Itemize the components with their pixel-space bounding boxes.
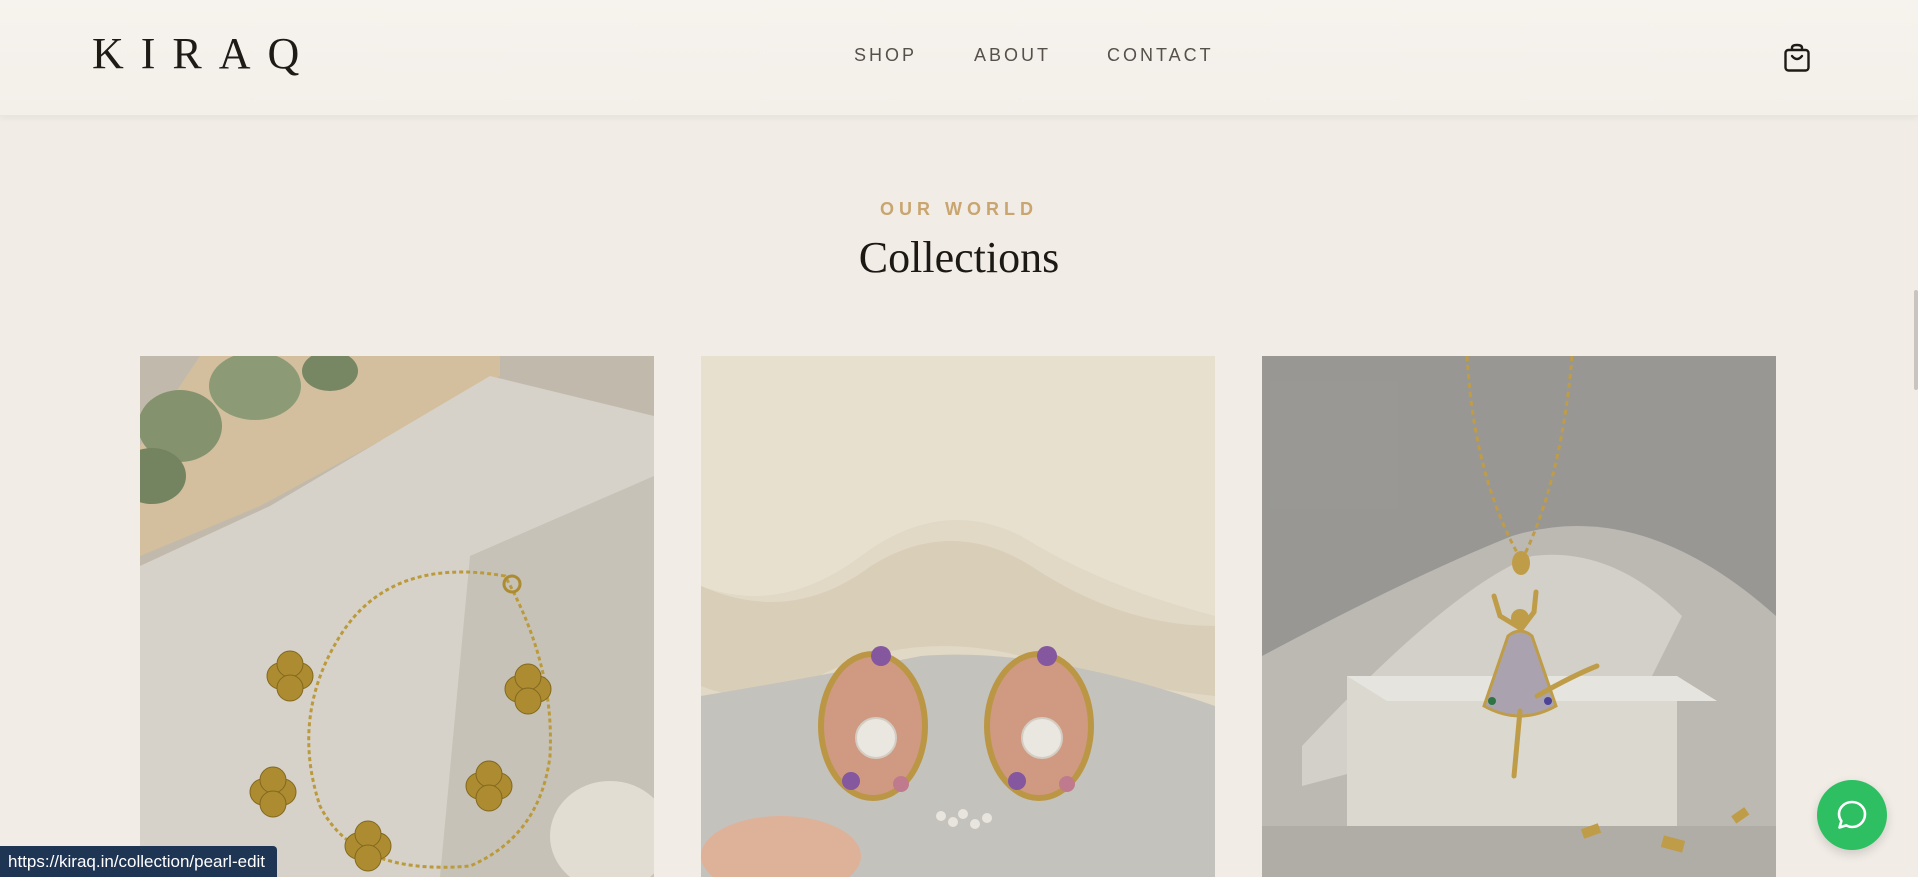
- collection-image-bracelet: [140, 356, 654, 877]
- section-eyebrow: OUR WORLD: [880, 199, 1038, 219]
- collection-image-necklace: [1262, 356, 1776, 877]
- collection-image-earrings: [701, 356, 1215, 877]
- section-title: Collections: [858, 233, 1060, 282]
- chat-button[interactable]: [1817, 780, 1887, 850]
- main-nav: SHOP ABOUT CONTACT: [0, 45, 1918, 69]
- nav-contact-link[interactable]: CONTACT: [1107, 45, 1214, 66]
- page-scrollbar[interactable]: [1914, 290, 1918, 390]
- nav-about-link[interactable]: ABOUT: [974, 45, 1051, 66]
- cart-button[interactable]: [1782, 43, 1812, 73]
- shopping-bag-icon: [1784, 43, 1810, 72]
- nav-shop-link[interactable]: SHOP: [854, 45, 917, 66]
- status-url-bar: https://kiraq.in/collection/pearl-edit: [0, 846, 278, 877]
- collection-card-bracelet[interactable]: [140, 356, 654, 877]
- site-header: KIRAQ SHOP ABOUT CONTACT: [0, 0, 1918, 116]
- chat-bubble-icon: [1837, 800, 1867, 829]
- collection-card-earrings[interactable]: [701, 356, 1215, 877]
- collection-card-necklace[interactable]: [1262, 356, 1776, 877]
